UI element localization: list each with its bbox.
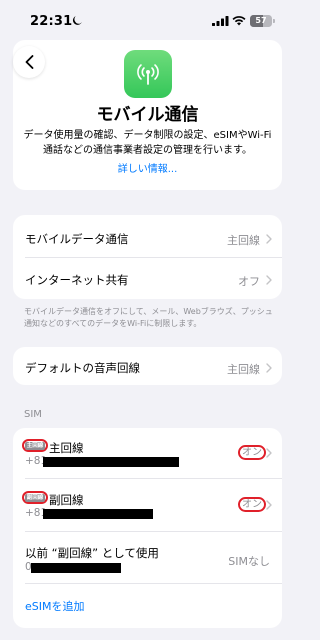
sim-card: 主回線 主回線 +81 オン 副回線 副回線 +81 オン 以前 “副回線” と… xyxy=(13,428,282,628)
battery-percent: 57 xyxy=(255,16,267,25)
hotspot-label: インターネット共有 xyxy=(25,273,129,287)
mobile-data-value: 主回線 xyxy=(227,234,260,247)
divider xyxy=(25,583,282,584)
signal-icon xyxy=(212,16,229,26)
page-description: データ使用量の確認、データ制限の設定、eSIMやWi-Fi通話などの通信事業者設… xyxy=(23,130,272,156)
antenna-icon xyxy=(124,50,172,98)
data-settings-card: モバイルデータ通信 主回線 インターネット共有 オフ xyxy=(13,215,282,299)
hotspot-value: オフ xyxy=(238,275,260,288)
chevron-right-icon xyxy=(266,363,272,373)
redacted-number xyxy=(43,457,179,467)
details-link[interactable]: 詳しい情報... xyxy=(0,160,295,175)
wifi-icon xyxy=(232,16,246,26)
secondary-line-row[interactable]: 副回線 副回線 +81 オン xyxy=(13,478,282,531)
status-time: 22:31 xyxy=(30,14,73,29)
data-footnote: モバイルデータ通信をオフにして、メール、Webブラウズ、プッシュ通知などのすべて… xyxy=(24,307,273,328)
moon-icon xyxy=(72,16,82,25)
page-title: モバイル通信 xyxy=(96,105,199,125)
add-esim-button[interactable]: eSIMを追加 xyxy=(25,598,85,614)
chevron-right-icon xyxy=(266,275,272,285)
default-voice-value: 主回線 xyxy=(227,363,260,376)
back-button[interactable] xyxy=(13,46,45,78)
secondary-line-name: 副回線 xyxy=(49,493,84,507)
former-line-label: 以前 “副回線” として使用 xyxy=(25,546,159,560)
chevron-left-icon xyxy=(25,55,33,69)
sim-section-header: SIM xyxy=(24,409,42,420)
sim-badge-secondary-label: 副回線 xyxy=(24,493,46,502)
mobile-data-row[interactable]: モバイルデータ通信 主回線 xyxy=(13,215,282,257)
voice-line-card: デフォルトの音声回線 主回線 xyxy=(13,347,282,385)
former-line-value: SIMなし xyxy=(228,555,270,568)
primary-line-status: オン xyxy=(238,445,266,460)
battery-tip xyxy=(273,19,275,23)
sim-badge-primary-label: 主回線 xyxy=(24,441,46,450)
redacted-number xyxy=(31,563,121,573)
hotspot-row[interactable]: インターネット共有 オフ xyxy=(13,257,282,299)
default-voice-label: デフォルトの音声回線 xyxy=(25,361,140,375)
sim-badge-secondary: 副回線 xyxy=(22,491,48,504)
secondary-line-status: オン xyxy=(238,497,266,512)
former-line-row[interactable]: 以前 “副回線” として使用 0 SIMなし xyxy=(13,531,282,583)
primary-line-name: 主回線 xyxy=(49,441,84,455)
battery-icon: 57 xyxy=(250,15,272,27)
mobile-data-label: モバイルデータ通信 xyxy=(25,232,129,246)
chevron-right-icon xyxy=(266,448,272,458)
default-voice-row[interactable]: デフォルトの音声回線 主回線 xyxy=(13,347,282,385)
chevron-right-icon xyxy=(266,234,272,244)
chevron-right-icon xyxy=(266,500,272,510)
primary-line-row[interactable]: 主回線 主回線 +81 オン xyxy=(13,428,282,478)
sim-badge-primary: 主回線 xyxy=(22,439,48,452)
status-bar: 22:31 57 xyxy=(0,0,295,40)
redacted-number xyxy=(43,509,153,519)
